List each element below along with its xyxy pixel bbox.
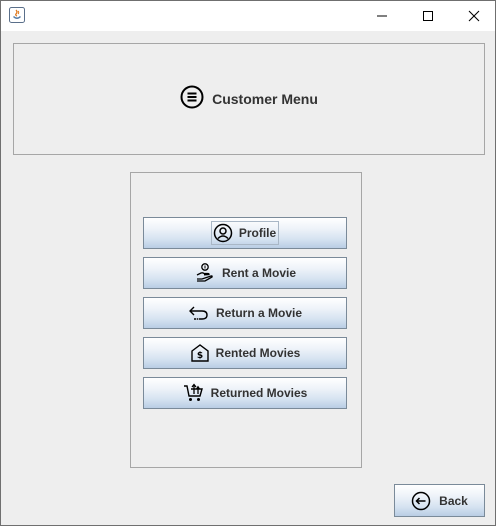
return-movie-button[interactable]: Return a Movie <box>143 297 347 329</box>
rented-movies-label: Rented Movies <box>215 346 301 360</box>
app-window: Customer Menu Profile Rent a Movie Retur… <box>0 0 496 526</box>
hand-coin-icon <box>194 262 216 284</box>
rent-movie-button[interactable]: Rent a Movie <box>143 257 347 289</box>
returned-movies-label: Returned Movies <box>210 386 308 400</box>
header-panel: Customer Menu <box>13 43 485 155</box>
menu-circle-icon <box>180 85 204 114</box>
minimize-button[interactable] <box>359 1 405 31</box>
return-arrow-icon <box>188 304 210 322</box>
focus-outline: Profile <box>210 221 280 245</box>
title-bar <box>1 1 495 31</box>
arrow-left-circle-icon <box>411 491 431 511</box>
house-dollar-icon: $ <box>190 343 210 363</box>
svg-text:$: $ <box>197 351 203 361</box>
back-label: Back <box>439 493 468 508</box>
cart-upload-icon <box>183 383 205 403</box>
java-cup-icon <box>9 7 25 23</box>
maximize-button[interactable] <box>405 1 451 31</box>
back-button[interactable]: Back <box>394 484 485 517</box>
return-movie-label: Return a Movie <box>215 306 302 320</box>
maximize-icon <box>423 11 433 21</box>
close-icon <box>468 10 480 22</box>
profile-button[interactable]: Profile <box>143 217 347 249</box>
minimize-icon <box>377 15 387 17</box>
user-circle-icon <box>213 223 233 243</box>
returned-movies-button[interactable]: Returned Movies <box>143 377 347 409</box>
close-button[interactable] <box>451 1 496 31</box>
profile-label: Profile <box>238 226 277 240</box>
page-title: Customer Menu <box>212 91 318 107</box>
rent-movie-label: Rent a Movie <box>221 266 296 280</box>
rented-movies-button[interactable]: $ Rented Movies <box>143 337 347 369</box>
